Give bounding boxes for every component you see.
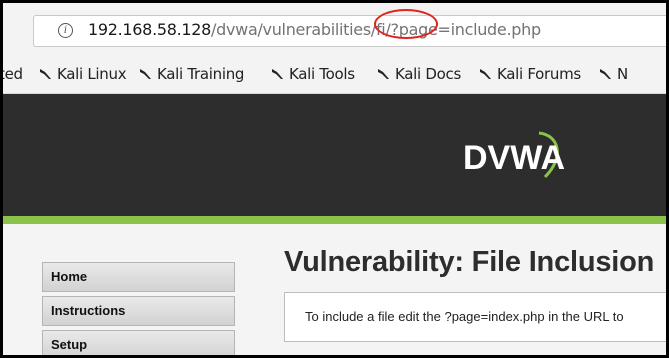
dvwa-logo[interactable]: DVWA [461, 127, 581, 183]
bookmark-kali-tools[interactable]: Kali Tools [271, 55, 355, 93]
kali-dragon-icon [272, 69, 283, 79]
info-icon[interactable]: i [58, 23, 73, 38]
browser-url-bar: i 192.168.58.128/dvwa/vulnerabilities/fi… [3, 3, 666, 55]
bookmark-kali-training[interactable]: Kali Training [139, 55, 244, 93]
kali-dragon-icon [140, 69, 151, 79]
bookmark-kali-linux[interactable]: Kali Linux [39, 55, 127, 93]
info-text: To include a file edit the ?page=index.p… [305, 309, 624, 324]
bookmarks-toolbar: ted Kali Linux Kali Training Kali Tools … [3, 55, 666, 94]
kali-dragon-icon [480, 69, 491, 79]
url-path: /dvwa/vulnerabilities/fi/ [211, 20, 391, 39]
bookmark-truncated-end[interactable]: N [599, 55, 628, 93]
address-field[interactable]: i 192.168.58.128/dvwa/vulnerabilities/fi… [33, 15, 666, 47]
sidebar-item-home[interactable]: Home [42, 262, 235, 292]
sidebar-item-instructions[interactable]: Instructions [42, 296, 235, 326]
red-annotation-ellipse [374, 9, 438, 39]
page-title: Vulnerability: File Inclusion [284, 246, 655, 278]
logo-text: DVWA [463, 139, 565, 177]
info-box: To include a file edit the ?page=index.p… [284, 292, 666, 342]
bookmark-truncated[interactable]: ted [3, 55, 23, 93]
kali-dragon-icon [600, 69, 611, 79]
page-content: Home Instructions Setup Vulnerability: F… [3, 224, 666, 355]
sidebar-menu: Home Instructions Setup [42, 262, 235, 355]
url-text[interactable]: 192.168.58.128/dvwa/vulnerabilities/fi/?… [88, 20, 541, 40]
kali-dragon-icon [378, 69, 389, 79]
bookmark-kali-forums[interactable]: Kali Forums [479, 55, 581, 93]
url-host: 192.168.58.128 [88, 20, 212, 39]
kali-dragon-icon [40, 69, 51, 79]
sidebar-item-setup[interactable]: Setup [42, 330, 235, 355]
dvwa-header: DVWA [3, 94, 666, 224]
screenshot-frame: i 192.168.58.128/dvwa/vulnerabilities/fi… [0, 0, 669, 358]
bookmark-kali-docs[interactable]: Kali Docs [377, 55, 461, 93]
